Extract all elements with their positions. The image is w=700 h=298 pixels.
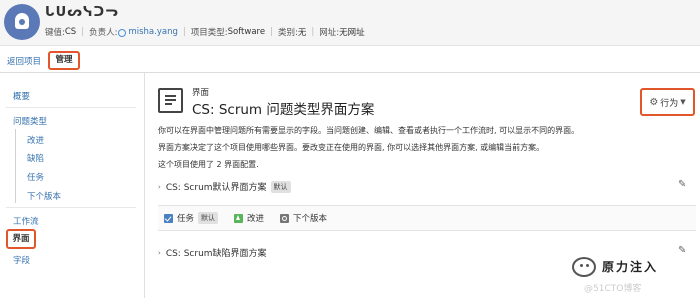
wechat-icon	[572, 257, 596, 277]
page-crumb: 界面	[192, 88, 210, 98]
issue-type-next-version: 下个版本	[280, 212, 327, 224]
back-to-project-link[interactable]: 返回项目	[7, 55, 41, 67]
url-label: 网址:	[319, 28, 340, 38]
watermark-name: 原力注入	[602, 260, 659, 274]
meta-separator: |	[311, 27, 315, 37]
sidebar-divider	[6, 107, 136, 108]
category-label: 类别:	[277, 28, 298, 38]
sidebar-item-workflows[interactable]: 工作流	[13, 215, 39, 227]
issue-type-improvement: 改进	[234, 212, 264, 224]
chevron-down-icon: ▼	[680, 98, 686, 106]
meta-separator: |	[81, 27, 85, 37]
description-line-3: 这个项目使用了 2 界面配置.	[158, 160, 259, 169]
sidebar-subitem-bug[interactable]: 缺陷	[27, 152, 44, 164]
key-label: 键值:	[45, 28, 65, 38]
sidebar-divider	[6, 207, 136, 208]
task-icon	[164, 213, 173, 223]
key-value: CS	[64, 27, 77, 37]
admin-sidebar: 概要 问题类型 改进 缺陷 任务 下个版本 工作流 界面 字段	[0, 73, 145, 298]
lead-label: 负责人:	[89, 28, 118, 38]
project-meta: 键值: CS | 负责人: misha.yang | 项目类型: Softwar…	[45, 26, 365, 38]
watermark-site: @51CTO博客	[584, 284, 642, 294]
type-label: 项目类型:	[190, 28, 228, 38]
chevron-right-icon: ›	[158, 248, 161, 257]
version-icon	[280, 213, 290, 223]
improvement-icon	[234, 213, 244, 223]
project-header: ᒐᑌᔕᓭᑐᓓ 键值: CS | 负责人: misha.yang | 项目类型: …	[0, 0, 700, 46]
chevron-right-icon: ›	[158, 182, 161, 191]
sidebar-subitem-task[interactable]: 任务	[27, 171, 44, 183]
category-value: 无	[297, 28, 307, 38]
issue-type-label: 下个版本	[293, 214, 328, 224]
page-title: CS: Scrum 问题类型界面方案	[192, 102, 375, 118]
issue-type-task: 任务 默认	[164, 212, 219, 224]
description-line-2: 界面方案决定了这个项目使用哪些界面。要改变正在使用的界面, 你可以选择其他界面方…	[158, 143, 545, 152]
default-badge: 默认	[198, 212, 219, 224]
edit-pencil-icon[interactable]: ✎	[678, 179, 686, 190]
scheme-default-row[interactable]: › CS: Scrum默认界面方案 默认	[158, 180, 291, 193]
url-value: 无网址	[339, 28, 365, 38]
actions-button-label: 行为	[660, 98, 679, 109]
scheme-bug-name: CS: Scrum缺陷界面方案	[165, 249, 267, 259]
description-line-1: 你可以在界面中管理问题所有需要显示的字段。当问题创建、编辑、查看或者执行一个工作…	[158, 126, 580, 135]
project-avatar	[4, 4, 40, 40]
meta-separator: |	[182, 27, 186, 37]
sidebar-subitem-improvement[interactable]: 改进	[27, 134, 44, 146]
scheme-bug-row[interactable]: › CS: Scrum缺陷界面方案	[158, 246, 267, 260]
type-value: Software	[227, 27, 266, 37]
meta-separator: |	[270, 27, 273, 37]
scheme-default-name: CS: Scrum默认界面方案	[165, 183, 267, 193]
sidebar-item-screens[interactable]: 界面	[6, 229, 36, 249]
sidebar-tree-line	[15, 129, 16, 203]
watermark: 原力注入 @51CTO博客	[572, 255, 692, 295]
lead-value[interactable]: misha.yang	[128, 27, 177, 37]
project-tabbar: 返回项目 管理	[0, 46, 700, 73]
gear-icon: ⚙	[649, 96, 659, 108]
project-name: ᒐᑌᔕᓭᑐᓓ	[45, 5, 119, 20]
user-icon	[118, 29, 127, 37]
sidebar-subitem-next-version[interactable]: 下个版本	[27, 190, 61, 202]
issue-type-label: 改进	[247, 214, 265, 224]
sidebar-item-overview[interactable]: 概要	[13, 90, 30, 102]
sidebar-item-issue-types[interactable]: 问题类型	[13, 115, 47, 127]
actions-button[interactable]: ⚙ 行为 ▼	[640, 88, 695, 116]
issue-type-label: 任务	[177, 214, 195, 224]
default-badge: 默认	[270, 180, 291, 193]
screen-scheme-icon	[158, 88, 183, 113]
sidebar-item-fields[interactable]: 字段	[13, 254, 30, 266]
tab-manage[interactable]: 管理	[48, 51, 80, 70]
issue-type-list: 任务 默认 改进 下个版本	[158, 205, 696, 231]
